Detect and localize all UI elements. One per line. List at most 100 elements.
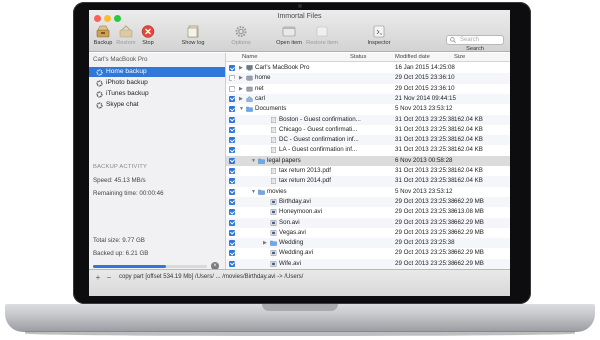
row-checkbox[interactable] — [229, 240, 235, 247]
table-row[interactable]: Honeymoon.avi 29 Oct 2013 23:25:38 613.08 … — [226, 207, 510, 217]
sidebar-item-home-backup[interactable]: Home backup — [89, 67, 225, 77]
film-icon — [270, 260, 277, 267]
table-row[interactable]: ▶ Carl's MacBook Pro 16 Jan 2015 14:25:08 — [226, 63, 510, 73]
open-item-icon — [282, 26, 296, 37]
table-row[interactable]: Wife.avi 29 Oct 2013 23:25:38 662.29 MB — [226, 258, 510, 269]
folder-icon — [258, 158, 265, 164]
table-row[interactable]: ▼ movies 5 Nov 2013 23:53:12 — [226, 187, 510, 197]
row-modified: 5 Nov 2013 23:53:12 — [395, 187, 453, 195]
sidebar-item-label: Home backup — [106, 68, 147, 75]
row-checkbox[interactable] — [229, 229, 235, 236]
table-row[interactable]: tax return 2014.pdf 31 Oct 2013 23:25:38 1… — [226, 176, 510, 187]
row-modified: 29 Oct 2013 23:25:38 — [395, 249, 455, 257]
table-row[interactable]: DC - Guest confirmation inf... 31 Oct 201… — [226, 135, 510, 146]
column-name[interactable]: Name — [242, 54, 257, 60]
sidebar-item-iphoto-backup[interactable]: iPhoto backup — [89, 78, 225, 88]
sidebar-header: Carl's MacBook Pro — [93, 56, 148, 63]
stop-button[interactable]: Stop — [138, 25, 158, 46]
row-checkbox[interactable] — [229, 260, 235, 267]
row-name: Honeymoon.avi — [279, 208, 322, 216]
disclosure-right-icon[interactable]: ▶ — [239, 84, 243, 94]
row-checkbox[interactable] — [229, 85, 235, 92]
table-row[interactable]: ▶ carl 21 Nov 2014 09:44:15 — [226, 93, 510, 105]
row-checkbox[interactable] — [229, 209, 235, 216]
row-name: Wedding — [279, 239, 304, 247]
disclosure-down-icon[interactable]: ▼ — [239, 104, 244, 114]
statusbar: + − copy part [offset 534.19 Mb] /Users/… — [89, 269, 510, 296]
row-checkbox[interactable] — [229, 250, 235, 257]
disclosure-down-icon[interactable]: ▼ — [251, 187, 256, 197]
column-status[interactable]: Status — [350, 54, 366, 60]
table-row[interactable]: Son.avi 29 Oct 2013 23:25:38 662.29 MB — [226, 217, 510, 228]
backup-button[interactable]: Backup — [92, 25, 114, 46]
disclosure-right-icon[interactable]: ▶ — [263, 238, 267, 248]
remove-button[interactable]: − — [105, 274, 113, 282]
row-checkbox[interactable] — [229, 219, 235, 226]
table-row[interactable]: Chicago - Guest confirmati... 31 Oct 2013… — [226, 125, 510, 135]
document-icon — [271, 147, 276, 154]
row-name: Boston - Guest confirmation... — [279, 115, 361, 123]
table-row[interactable]: ▼ Documents 5 Nov 2013 23:53:12 — [226, 104, 510, 114]
row-modified: 31 Oct 2013 23:25:38 — [395, 167, 455, 174]
show-log-button[interactable]: Show log — [180, 25, 206, 46]
column-modified[interactable]: Modified date — [395, 54, 430, 60]
row-name: tax return 2013.pdf — [279, 167, 331, 174]
options-button[interactable]: Options — [229, 25, 253, 46]
row-checkbox[interactable] — [229, 95, 235, 102]
table-row[interactable]: ▼ legal papers 6 Nov 2013 00:58:28 — [226, 155, 510, 166]
disclosure-down-icon[interactable]: ▼ — [251, 156, 256, 166]
row-checkbox[interactable] — [229, 147, 235, 154]
table-row[interactable]: Boston - Guest confirmation... 31 Oct 201… — [226, 114, 510, 125]
column-size[interactable]: Size — [454, 54, 465, 60]
row-checkbox[interactable] — [229, 126, 235, 133]
sidebar-item-label: Skype chat — [106, 101, 139, 108]
app-window: Immortal Files Backup Restore Stop Show … — [89, 10, 510, 296]
row-checkbox[interactable] — [229, 65, 235, 71]
drive-icon — [246, 86, 253, 92]
disclosure-right-icon[interactable]: ▶ — [239, 73, 243, 83]
row-checkbox[interactable] — [229, 157, 235, 164]
table-row[interactable]: Wedding.avi 29 Oct 2013 23:25:38 662.29 MB — [226, 248, 510, 258]
computer-icon — [246, 65, 253, 71]
row-checkbox[interactable] — [229, 137, 235, 144]
row-name: home — [255, 74, 271, 82]
restore-item-button[interactable]: Restore item — [305, 25, 339, 46]
row-name: Wife.avi — [279, 259, 302, 267]
row-checkbox[interactable] — [229, 116, 235, 123]
row-checkbox[interactable] — [229, 178, 235, 185]
row-modified: 31 Oct 2013 23:25:38 — [395, 115, 455, 123]
backup-label: Backup — [93, 40, 113, 46]
table-row[interactable]: Birthday.avi 29 Oct 2013 23:25:38 662.29 M… — [226, 196, 510, 208]
row-checkbox[interactable] — [229, 75, 235, 82]
row-checkbox[interactable] — [229, 198, 235, 205]
sidebar: Carl's MacBook Pro Home backup iPhoto ba… — [89, 53, 226, 270]
row-modified: 29 Oct 2015 23:36:10 — [395, 84, 455, 92]
row-size: 662.29 MB — [454, 259, 484, 267]
table-row[interactable]: LA - Guest confirmation inf... 31 Oct 201… — [226, 145, 510, 155]
activity-backed-up: Backed up: 6.21 GB — [93, 250, 149, 257]
table-row[interactable]: ▶ Wedding 29 Oct 2013 23:25:38 — [226, 238, 510, 249]
table-row[interactable]: ▶ home 29 Oct 2015 23:36:10 — [226, 73, 510, 84]
row-checkbox[interactable] — [229, 188, 235, 195]
row-checkbox[interactable] — [229, 168, 235, 174]
sidebar-item-skype-chat[interactable]: Skype chat — [89, 100, 225, 110]
inspector-label: Inspector — [367, 40, 391, 46]
sidebar-item-itunes-backup[interactable]: iTunes backup — [89, 89, 225, 99]
table-row[interactable]: tax return 2013.pdf 31 Oct 2013 23:25:38 1… — [226, 166, 510, 176]
open-item-button[interactable]: Open item — [275, 25, 303, 46]
table-row[interactable]: ▶ net 29 Oct 2015 23:36:10 — [226, 84, 510, 94]
row-name: Vegas.avi — [279, 228, 306, 236]
sidebar-item-label: iPhoto backup — [106, 79, 148, 86]
row-name: Documents — [255, 105, 287, 113]
restore-button[interactable]: Restore — [115, 25, 137, 46]
disclosure-right-icon[interactable]: ▶ — [239, 63, 243, 73]
disclosure-right-icon[interactable]: ▶ — [239, 94, 243, 104]
camera-icon — [298, 4, 302, 8]
table-row[interactable]: Vegas.avi 29 Oct 2013 23:25:38 662.29 MB — [226, 228, 510, 238]
row-size: 162.04 KB — [454, 146, 483, 154]
show-log-label: Show log — [181, 40, 205, 46]
inspector-button[interactable]: Inspector — [366, 25, 392, 46]
add-button[interactable]: + — [94, 274, 102, 282]
document-icon — [271, 126, 276, 133]
row-checkbox[interactable] — [229, 106, 235, 113]
